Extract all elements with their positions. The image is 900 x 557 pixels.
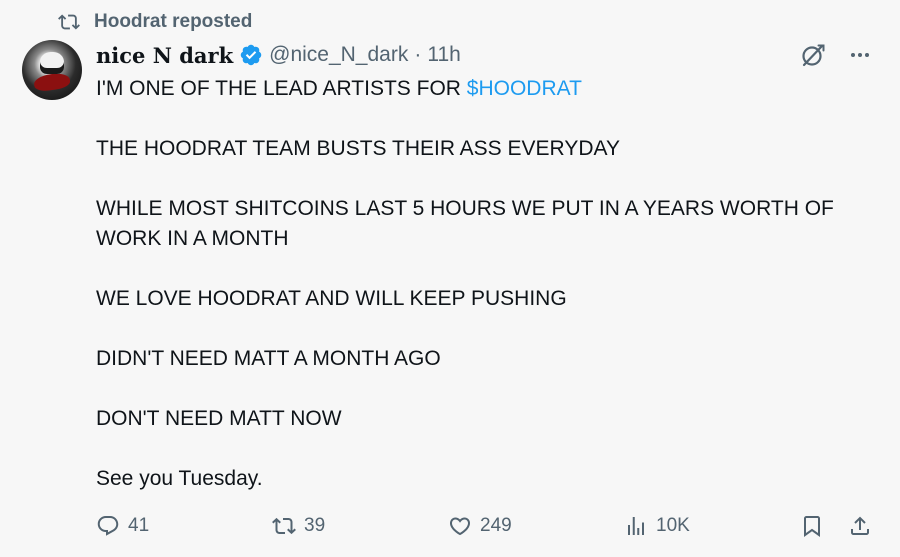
separator-dot: · bbox=[414, 43, 422, 66]
tweet-text: I'M ONE OF THE LEAD ARTISTS FOR $HOODRAT… bbox=[96, 74, 876, 494]
tweet-line: I'M ONE OF THE LEAD ARTISTS FOR $HOODRAT bbox=[96, 74, 876, 104]
tweet-top-actions bbox=[800, 42, 872, 68]
like-count: 249 bbox=[480, 515, 512, 536]
display-name[interactable]: nice N dark bbox=[96, 43, 233, 68]
views-count: 10K bbox=[656, 515, 690, 536]
tweet-line: DIDN'T NEED MATT A MONTH AGO bbox=[96, 347, 441, 370]
more-options-icon[interactable] bbox=[848, 43, 872, 67]
bookmark-button[interactable] bbox=[800, 512, 824, 540]
tweet-header: nice N dark @nice_N_dark · 11h bbox=[96, 40, 461, 70]
avatar[interactable] bbox=[22, 40, 82, 100]
tweet-action-bar: 41 39 249 10K bbox=[96, 512, 876, 540]
verified-badge-icon[interactable] bbox=[239, 43, 263, 67]
tweet-line: WHILE MOST SHITCOINS LAST 5 HOURS WE PUT… bbox=[96, 197, 834, 250]
tweet-line: DON'T NEED MATT NOW bbox=[96, 407, 342, 430]
heart-icon bbox=[448, 514, 472, 538]
repost-button[interactable]: 39 bbox=[272, 512, 325, 540]
grok-icon[interactable] bbox=[800, 42, 826, 68]
views-button[interactable]: 10K bbox=[624, 512, 690, 540]
tweet[interactable]: Hoodrat reposted nice N dark @nice_N_dar… bbox=[0, 0, 900, 557]
repost-icon bbox=[272, 514, 296, 538]
reply-icon bbox=[96, 514, 120, 538]
handle[interactable]: @nice_N_dark bbox=[269, 43, 408, 67]
tweet-line-text: I'M ONE OF THE LEAD ARTISTS FOR bbox=[96, 77, 467, 100]
tweet-line: THE HOODRAT TEAM BUSTS THEIR ASS EVERYDA… bbox=[96, 137, 620, 160]
tweet-line: WE LOVE HOODRAT AND WILL KEEP PUSHING bbox=[96, 287, 567, 310]
tweet-line: See you Tuesday. bbox=[96, 467, 263, 490]
repost-icon bbox=[58, 11, 80, 33]
share-icon bbox=[848, 514, 872, 538]
repost-count: 39 bbox=[304, 515, 326, 536]
reply-count: 41 bbox=[128, 515, 150, 536]
repost-label: Hoodrat reposted bbox=[94, 11, 253, 32]
repost-indicator[interactable]: Hoodrat reposted bbox=[58, 10, 252, 34]
like-button[interactable]: 249 bbox=[448, 512, 512, 540]
bookmark-icon bbox=[800, 514, 824, 538]
cashtag-link[interactable]: $HOODRAT bbox=[467, 77, 582, 100]
reply-button[interactable]: 41 bbox=[96, 512, 149, 540]
timestamp[interactable]: 11h bbox=[427, 43, 460, 67]
share-button[interactable] bbox=[848, 512, 872, 540]
analytics-icon bbox=[624, 514, 648, 538]
